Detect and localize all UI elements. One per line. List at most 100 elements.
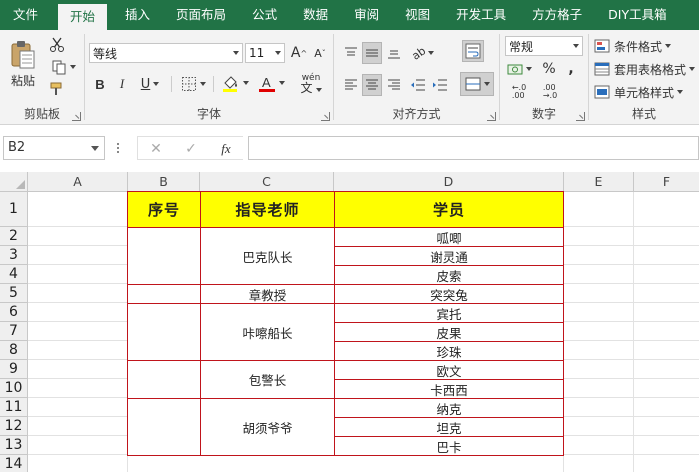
font-launcher-icon[interactable]: [321, 112, 330, 121]
header-cell-seq[interactable]: 序号: [127, 191, 201, 228]
student-cell[interactable]: 呱唧: [334, 227, 564, 247]
column-header-a[interactable]: A: [28, 172, 128, 192]
decrease-indent-button[interactable]: [408, 74, 428, 96]
student-cell[interactable]: 皮索: [334, 265, 564, 285]
format-painter-button[interactable]: [48, 80, 66, 98]
align-bottom-button[interactable]: [384, 42, 404, 64]
decrease-decimal-button[interactable]: .00 →.0: [536, 82, 564, 102]
number-format-combo[interactable]: 常规: [505, 36, 583, 56]
teacher-cell[interactable]: 咔嚓船长: [200, 303, 335, 361]
student-cell[interactable]: 谢灵通: [334, 246, 564, 266]
row-header-4[interactable]: 4: [0, 265, 28, 284]
student-cell[interactable]: 欧文: [334, 360, 564, 380]
merge-dropdown-icon[interactable]: [483, 82, 490, 86]
row-header-6[interactable]: 6: [0, 303, 28, 322]
column-header-b[interactable]: B: [128, 172, 200, 192]
student-cell[interactable]: 坦克: [334, 417, 564, 437]
tab-review[interactable]: 审阅: [346, 0, 387, 30]
seq-cell[interactable]: [127, 360, 201, 399]
comma-style-button[interactable]: ,: [562, 59, 580, 79]
align-left-button[interactable]: [341, 74, 361, 96]
tab-formulas[interactable]: 公式: [244, 0, 285, 30]
tab-fangfang[interactable]: 方方格子: [524, 0, 590, 30]
seq-cell[interactable]: [127, 303, 201, 361]
number-launcher-icon[interactable]: [576, 112, 585, 121]
font-size-combo[interactable]: 11: [245, 43, 285, 63]
student-cell[interactable]: 巴卡: [334, 436, 564, 456]
percent-style-button[interactable]: %: [540, 59, 558, 79]
row-header-9[interactable]: 9: [0, 360, 28, 379]
orientation-dropdown-icon[interactable]: [428, 51, 435, 55]
wrap-text-button[interactable]: [462, 40, 484, 62]
font-name-combo[interactable]: 等线: [89, 43, 243, 63]
row-header-13[interactable]: 13: [0, 436, 28, 455]
phonetic-button[interactable]: wén 文: [293, 70, 329, 96]
insert-function-button[interactable]: fx: [216, 139, 236, 159]
tab-developer[interactable]: 开发工具: [448, 0, 514, 30]
font-color-dropdown-icon[interactable]: [278, 81, 285, 85]
formula-input[interactable]: [248, 136, 699, 160]
tab-file[interactable]: 文件: [5, 0, 46, 30]
increase-decimal-button[interactable]: ←.0.00: [505, 82, 533, 102]
row-header-1[interactable]: 1: [0, 192, 28, 227]
cell-styles-button[interactable]: 单元格样式: [594, 82, 684, 102]
teacher-cell[interactable]: 章教授: [200, 284, 335, 304]
italic-button[interactable]: I: [113, 74, 131, 94]
tab-home[interactable]: 开始: [58, 4, 108, 30]
increase-indent-button[interactable]: [430, 74, 450, 96]
alignment-launcher-icon[interactable]: [487, 112, 496, 121]
bold-button[interactable]: B: [91, 74, 109, 94]
underline-button[interactable]: U: [135, 74, 165, 94]
row-header-11[interactable]: 11: [0, 398, 28, 417]
teacher-cell[interactable]: 包警长: [200, 360, 335, 399]
borders-button[interactable]: [177, 74, 209, 94]
header-cell-students[interactable]: 学员: [334, 191, 564, 228]
borders-dropdown-icon[interactable]: [199, 82, 206, 86]
tab-page-layout[interactable]: 页面布局: [168, 0, 234, 30]
font-color-button[interactable]: A: [255, 72, 287, 94]
paste-button[interactable]: 粘贴: [6, 36, 40, 92]
student-cell[interactable]: 宾托: [334, 303, 564, 323]
tab-view[interactable]: 视图: [397, 0, 438, 30]
name-box[interactable]: B2: [3, 136, 105, 160]
student-cell[interactable]: 珍珠: [334, 341, 564, 361]
enter-icon[interactable]: ✓: [181, 139, 201, 159]
fill-color-button[interactable]: [219, 72, 251, 94]
conditional-formatting-button[interactable]: 条件格式: [594, 36, 672, 56]
fill-color-dropdown-icon[interactable]: [242, 81, 249, 85]
row-header-8[interactable]: 8: [0, 341, 28, 360]
accounting-dropdown-icon[interactable]: [525, 67, 532, 71]
copy-dropdown-icon[interactable]: [69, 65, 76, 69]
row-header-2[interactable]: 2: [0, 227, 28, 246]
student-cell[interactable]: 卡西西: [334, 379, 564, 399]
row-header-12[interactable]: 12: [0, 417, 28, 436]
student-cell[interactable]: 皮果: [334, 322, 564, 342]
align-top-button[interactable]: [341, 42, 361, 64]
row-header-5[interactable]: 5: [0, 284, 28, 303]
tab-insert[interactable]: 插入: [117, 0, 158, 30]
teacher-cell[interactable]: 胡须爷爷: [200, 398, 335, 456]
row-header-14[interactable]: 14: [0, 455, 28, 472]
align-center-button[interactable]: [362, 74, 382, 96]
cancel-icon[interactable]: ✕: [146, 139, 166, 159]
row-header-10[interactable]: 10: [0, 379, 28, 398]
orientation-button[interactable]: ab: [408, 42, 438, 64]
row-header-3[interactable]: 3: [0, 246, 28, 265]
column-header-f[interactable]: F: [634, 172, 699, 192]
decrease-font-button[interactable]: Aˇ: [311, 43, 329, 63]
tab-diy-toolbox[interactable]: DIY工具箱: [600, 0, 674, 30]
column-header-d[interactable]: D: [334, 172, 564, 192]
teacher-cell[interactable]: 巴克队长: [200, 227, 335, 285]
cut-button[interactable]: [48, 36, 66, 54]
underline-dropdown-icon[interactable]: [153, 82, 160, 86]
align-right-button[interactable]: [384, 74, 404, 96]
formula-bar-splitter[interactable]: [116, 141, 120, 155]
row-header-7[interactable]: 7: [0, 322, 28, 341]
seq-cell[interactable]: [127, 284, 201, 304]
student-cell[interactable]: 突突兔: [334, 284, 564, 304]
increase-font-button[interactable]: A ^: [290, 43, 308, 63]
student-cell[interactable]: 纳克: [334, 398, 564, 418]
align-middle-button[interactable]: [362, 42, 382, 64]
tab-data[interactable]: 数据: [295, 0, 336, 30]
merge-center-button[interactable]: [460, 72, 494, 96]
